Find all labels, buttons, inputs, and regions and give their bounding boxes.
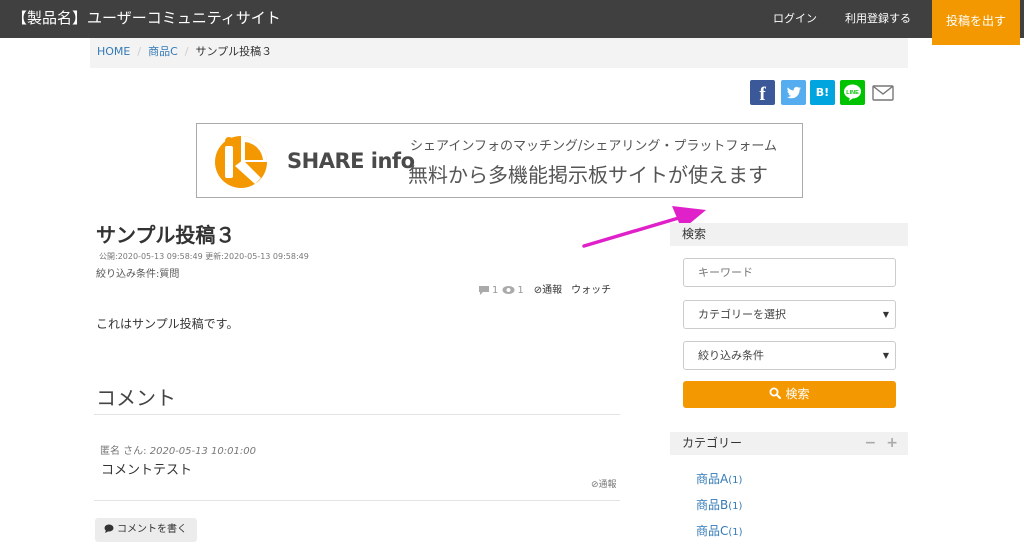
post-title: サンプル投稿３ bbox=[96, 223, 236, 247]
filter-select[interactable]: 絞り込み条件 ▼ bbox=[683, 341, 896, 370]
write-comment-button[interactable]: コメントを書く bbox=[95, 518, 197, 542]
banner-brand: SHARE info bbox=[287, 149, 415, 173]
register-link[interactable]: 利用登録する bbox=[845, 10, 911, 26]
search-button-label: 検索 bbox=[785, 387, 810, 401]
category-count: (1) bbox=[728, 475, 743, 486]
category-count: (1) bbox=[728, 527, 743, 538]
collapse-icon[interactable]: − bbox=[865, 435, 877, 451]
breadcrumb-category[interactable]: 商品C bbox=[148, 45, 178, 58]
divider bbox=[94, 414, 620, 415]
write-comment-label: コメントを書く bbox=[117, 524, 187, 535]
comment-count-icon bbox=[479, 285, 489, 295]
category-link-a[interactable]: 商品A(1) bbox=[696, 470, 742, 487]
breadcrumb-separator: / bbox=[184, 45, 189, 58]
category-select[interactable]: カテゴリーを選択 ▼ bbox=[683, 300, 896, 329]
report-comment-link[interactable]: ⊘通報 bbox=[591, 477, 617, 490]
create-post-button[interactable]: 投稿を出す bbox=[932, 0, 1020, 45]
banner-subtitle: シェアインフォのマッチング/シェアリング・プラットフォーム bbox=[410, 139, 777, 154]
hatena-bookmark-icon[interactable]: B! bbox=[810, 80, 835, 105]
comments-heading: コメント bbox=[96, 386, 176, 410]
category-name: 商品C bbox=[696, 524, 729, 538]
twitter-share-icon[interactable] bbox=[781, 80, 806, 105]
category-link-b[interactable]: 商品B(1) bbox=[696, 496, 742, 513]
search-panel-heading: 検索 bbox=[670, 223, 908, 246]
breadcrumb-separator: / bbox=[137, 45, 142, 58]
divider bbox=[94, 500, 620, 501]
comment-author-name: 匿名 さん: bbox=[100, 446, 147, 457]
breadcrumb-current: サンプル投稿３ bbox=[195, 45, 273, 58]
breadcrumb: HOME / 商品C / サンプル投稿３ bbox=[90, 38, 908, 68]
view-count-icon bbox=[502, 286, 515, 294]
category-link-c[interactable]: 商品C(1) bbox=[696, 522, 743, 539]
svg-text:LINE: LINE bbox=[846, 90, 859, 96]
category-name: 商品A bbox=[696, 472, 729, 486]
categories-heading-label: カテゴリー bbox=[682, 436, 743, 450]
share-info-banner[interactable]: SHARE info シェアインフォのマッチング/シェアリング・プラットフォーム… bbox=[196, 123, 803, 198]
site-title[interactable]: 【製品名】ユーザーコミュニティサイト bbox=[12, 7, 281, 29]
filter-select-value: 絞り込み条件 bbox=[698, 349, 764, 362]
post-meta: 1 1 ⊘通報 ウォッチ bbox=[478, 281, 611, 296]
speech-bubble-icon bbox=[104, 524, 114, 533]
comment-date: 2020-05-13 10:01:00 bbox=[149, 446, 256, 457]
categories-panel-heading: カテゴリー − + bbox=[670, 432, 908, 455]
view-count: 1 bbox=[517, 285, 524, 296]
post-body: これはサンプル投稿です。 bbox=[96, 317, 239, 331]
comment-author: 匿名 さん: 2020-05-13 10:01:00 bbox=[100, 442, 256, 457]
expand-icon[interactable]: + bbox=[886, 435, 898, 451]
post-dates: 公開:2020-05-13 09:58:49 更新:2020-05-13 09:… bbox=[99, 252, 309, 261]
watch-link[interactable]: ウォッチ bbox=[571, 285, 611, 296]
top-navbar: 【製品名】ユーザーコミュニティサイト ログイン 利用登録する bbox=[0, 0, 1024, 38]
post-filter-condition: 絞り込み条件:質問 bbox=[96, 269, 180, 280]
line-share-icon[interactable]: LINE bbox=[840, 80, 865, 105]
search-button[interactable]: 検索 bbox=[683, 381, 896, 408]
select-caret-icon: ▼ bbox=[882, 351, 889, 360]
mail-share-icon[interactable] bbox=[871, 80, 895, 105]
category-count: (1) bbox=[728, 501, 743, 512]
category-toggle-controls: − + bbox=[855, 432, 898, 455]
report-post-link[interactable]: ⊘通報 bbox=[534, 285, 562, 296]
keyword-input[interactable] bbox=[683, 258, 896, 287]
comment-text: コメントテスト bbox=[101, 463, 193, 478]
comment-count: 1 bbox=[492, 285, 499, 296]
share-info-logo-icon bbox=[215, 136, 267, 188]
search-icon bbox=[769, 387, 782, 399]
banner-tagline: 無料から多機能掲示板サイトが使えます bbox=[408, 163, 768, 187]
breadcrumb-home[interactable]: HOME bbox=[97, 45, 130, 58]
category-name: 商品B bbox=[696, 498, 729, 512]
facebook-share-icon[interactable]: f bbox=[750, 80, 775, 105]
login-link[interactable]: ログイン bbox=[773, 10, 817, 26]
category-select-value: カテゴリーを選択 bbox=[698, 308, 786, 321]
select-caret-icon: ▼ bbox=[882, 310, 889, 319]
